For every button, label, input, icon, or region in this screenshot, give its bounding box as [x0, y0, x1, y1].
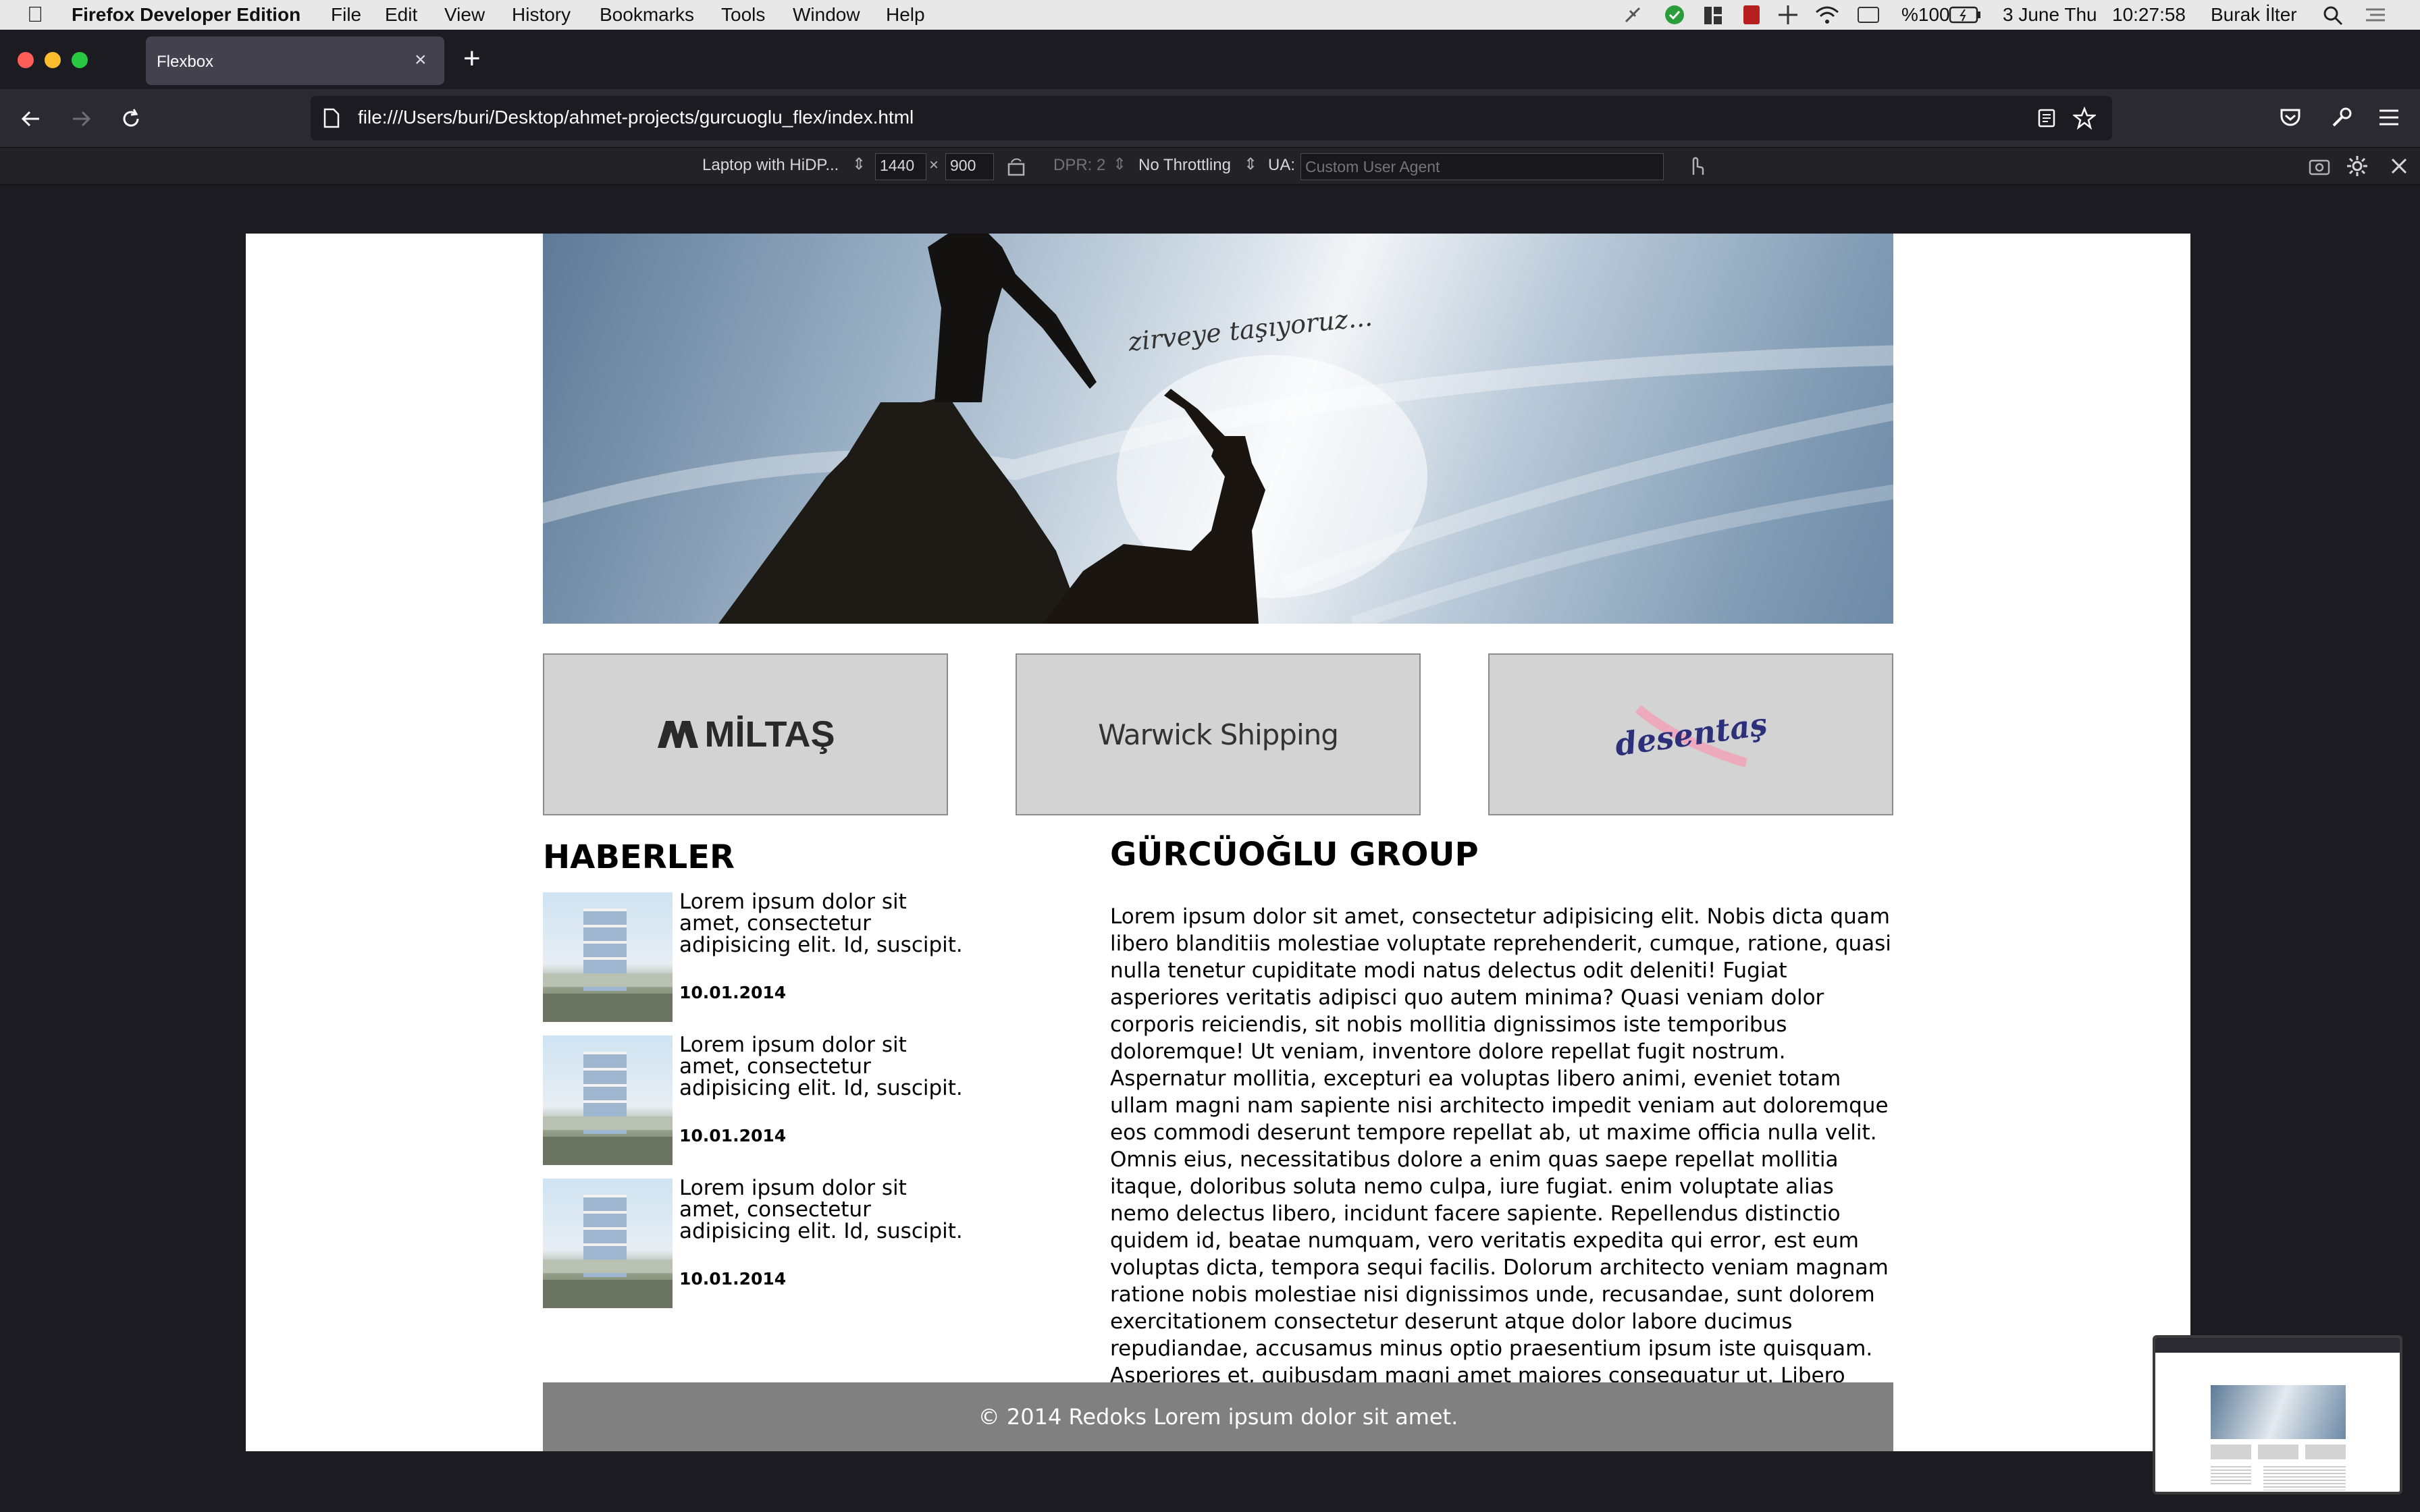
- hero-banner: zirveye taşıyoruz...: [543, 234, 1893, 624]
- mute-icon[interactable]: [1623, 5, 1642, 24]
- logo-box-warwick[interactable]: Warwick Shipping: [1016, 653, 1421, 815]
- responsive-design-toolbar: Laptop with HiDP... ⇕ 1440 × 900 DPR: 2 …: [0, 147, 2420, 185]
- apple-icon[interactable]: : [27, 2, 43, 27]
- hamburger-menu-icon[interactable]: [2377, 107, 2401, 128]
- menubar-clock[interactable]: 10:27:58: [2112, 4, 2186, 26]
- menu-bookmarks[interactable]: Bookmarks: [600, 4, 694, 26]
- miltas-logo-mark: [657, 721, 698, 748]
- new-tab-button[interactable]: +: [463, 42, 481, 76]
- forward-arrow-icon[interactable]: [69, 107, 93, 131]
- menu-view[interactable]: View: [444, 4, 485, 26]
- tab-flexbox[interactable]: Flexbox ×: [146, 36, 444, 85]
- battery-percent: %100: [1901, 4, 1950, 25]
- viewport-height-input[interactable]: 900: [945, 153, 994, 180]
- viewport-width-input[interactable]: 1440: [875, 153, 926, 180]
- news-thumbnail-building[interactable]: [543, 1035, 673, 1165]
- responsive-viewport: zirveye taşıyoruz... MİLTAŞ Warwick Ship…: [246, 234, 2190, 1451]
- window-close-button[interactable]: [18, 52, 34, 68]
- news-item-text: Lorem ipsum dolor sit amet, consectetur …: [679, 890, 963, 957]
- macos-menubar:  Firefox Developer Edition File Edit Vi…: [0, 0, 2420, 30]
- reload-icon[interactable]: [119, 107, 143, 131]
- about-section: GÜRCÜOĞLU GROUP Lorem ipsum dolor sit am…: [1110, 836, 1893, 1442]
- settings-gear-icon[interactable]: [2346, 155, 2369, 178]
- window-minimize-button[interactable]: [45, 52, 61, 68]
- touch-simulation-icon[interactable]: [1685, 155, 1706, 178]
- logo-box-desentas[interactable]: desentaş: [1488, 653, 1893, 815]
- menu-help[interactable]: Help: [886, 4, 925, 26]
- news-item-date: 10.01.2014: [679, 1269, 787, 1289]
- page-icon: [323, 108, 340, 128]
- about-body-text: Lorem ipsum dolor sit amet, consectetur …: [1110, 905, 1891, 1442]
- move-icon[interactable]: [1777, 4, 1799, 26]
- menu-edit[interactable]: Edit: [385, 4, 417, 26]
- news-item[interactable]: Lorem ipsum dolor sit amet, consectetur …: [543, 1033, 1083, 1165]
- throttling-arrow-icon: ⇕: [1244, 155, 1258, 173]
- menu-tools[interactable]: Tools: [721, 4, 765, 26]
- control-center-icon[interactable]: [2363, 5, 2388, 24]
- menu-history[interactable]: History: [512, 4, 571, 26]
- throttling-selector[interactable]: No Throttling: [1138, 156, 1231, 175]
- wifi-icon[interactable]: [1814, 4, 1841, 26]
- battery-icon[interactable]: [1949, 6, 1981, 24]
- about-heading: GÜRCÜOĞLU GROUP: [1110, 836, 1479, 873]
- page-footer: © 2014 Redoks Lorem ipsum dolor sit amet…: [543, 1382, 1893, 1451]
- window-zoom-button[interactable]: [72, 52, 88, 68]
- check-circle-icon[interactable]: [1664, 4, 1685, 26]
- page-container: zirveye taşıyoruz... MİLTAŞ Warwick Ship…: [543, 234, 1893, 1451]
- device-selector[interactable]: Laptop with HiDP...: [702, 156, 839, 175]
- pocket-icon[interactable]: [2278, 105, 2303, 130]
- menubar-date[interactable]: 3 June Thu: [2003, 4, 2097, 26]
- wrench-icon[interactable]: [2330, 105, 2354, 130]
- menu-file[interactable]: File: [331, 4, 361, 26]
- bookmark-star-icon[interactable]: [2073, 107, 2096, 130]
- menubar-user[interactable]: Burak İlter: [2211, 4, 2297, 26]
- news-section: HABERLER Lorem ipsum dolor sit amet, con…: [543, 838, 1083, 1378]
- user-agent-input[interactable]: [1300, 153, 1664, 180]
- url-bar[interactable]: file:///Users/buri/Desktop/ahmet-project…: [311, 96, 2112, 140]
- news-thumbnail-building[interactable]: [543, 1179, 673, 1308]
- news-item-date: 10.01.2014: [679, 983, 787, 1002]
- news-item-text: Lorem ipsum dolor sit amet, consectetur …: [679, 1176, 963, 1243]
- device-selector-arrow-icon: ⇕: [852, 155, 866, 173]
- dpr-selector[interactable]: DPR: 2: [1053, 156, 1105, 175]
- hero-climbers-image: [543, 234, 1893, 624]
- tab-title: Flexbox: [157, 53, 214, 71]
- spotlight-search-icon[interactable]: [2323, 5, 2343, 26]
- news-heading: HABERLER: [543, 838, 735, 876]
- tab-close-icon[interactable]: ×: [415, 49, 427, 72]
- news-item[interactable]: Lorem ipsum dolor sit amet, consectetur …: [543, 890, 1083, 1022]
- back-arrow-icon[interactable]: [19, 107, 43, 131]
- miltas-logo-text: MİLTAŞ: [704, 714, 835, 755]
- warwick-logo-text: Warwick Shipping: [1098, 718, 1339, 751]
- dpr-arrow-icon: ⇕: [1113, 155, 1127, 173]
- app-name-menu[interactable]: Firefox Developer Edition: [72, 4, 300, 26]
- menu-window[interactable]: Window: [793, 4, 860, 26]
- book-icon[interactable]: [1742, 4, 1761, 26]
- screenshot-camera-icon[interactable]: [2308, 156, 2331, 176]
- dimension-separator: ×: [929, 156, 939, 174]
- close-rdm-icon[interactable]: [2390, 157, 2408, 175]
- news-item-date: 10.01.2014: [679, 1126, 787, 1145]
- news-item[interactable]: Lorem ipsum dolor sit amet, consectetur …: [543, 1176, 1083, 1308]
- news-thumbnail-building[interactable]: [543, 892, 673, 1022]
- news-item-text: Lorem ipsum dolor sit amet, consectetur …: [679, 1033, 963, 1100]
- rotate-viewport-icon[interactable]: [1006, 156, 1026, 178]
- ua-label: UA:: [1268, 156, 1296, 174]
- screenshot-preview-thumbnail[interactable]: [2153, 1335, 2402, 1494]
- logo-box-miltas[interactable]: MİLTAŞ: [543, 653, 948, 815]
- grid-icon[interactable]: [1703, 5, 1723, 26]
- url-text[interactable]: file:///Users/buri/Desktop/ahmet-project…: [358, 107, 914, 128]
- keyboard-icon[interactable]: [1857, 5, 1880, 24]
- reader-view-icon[interactable]: [2036, 108, 2057, 128]
